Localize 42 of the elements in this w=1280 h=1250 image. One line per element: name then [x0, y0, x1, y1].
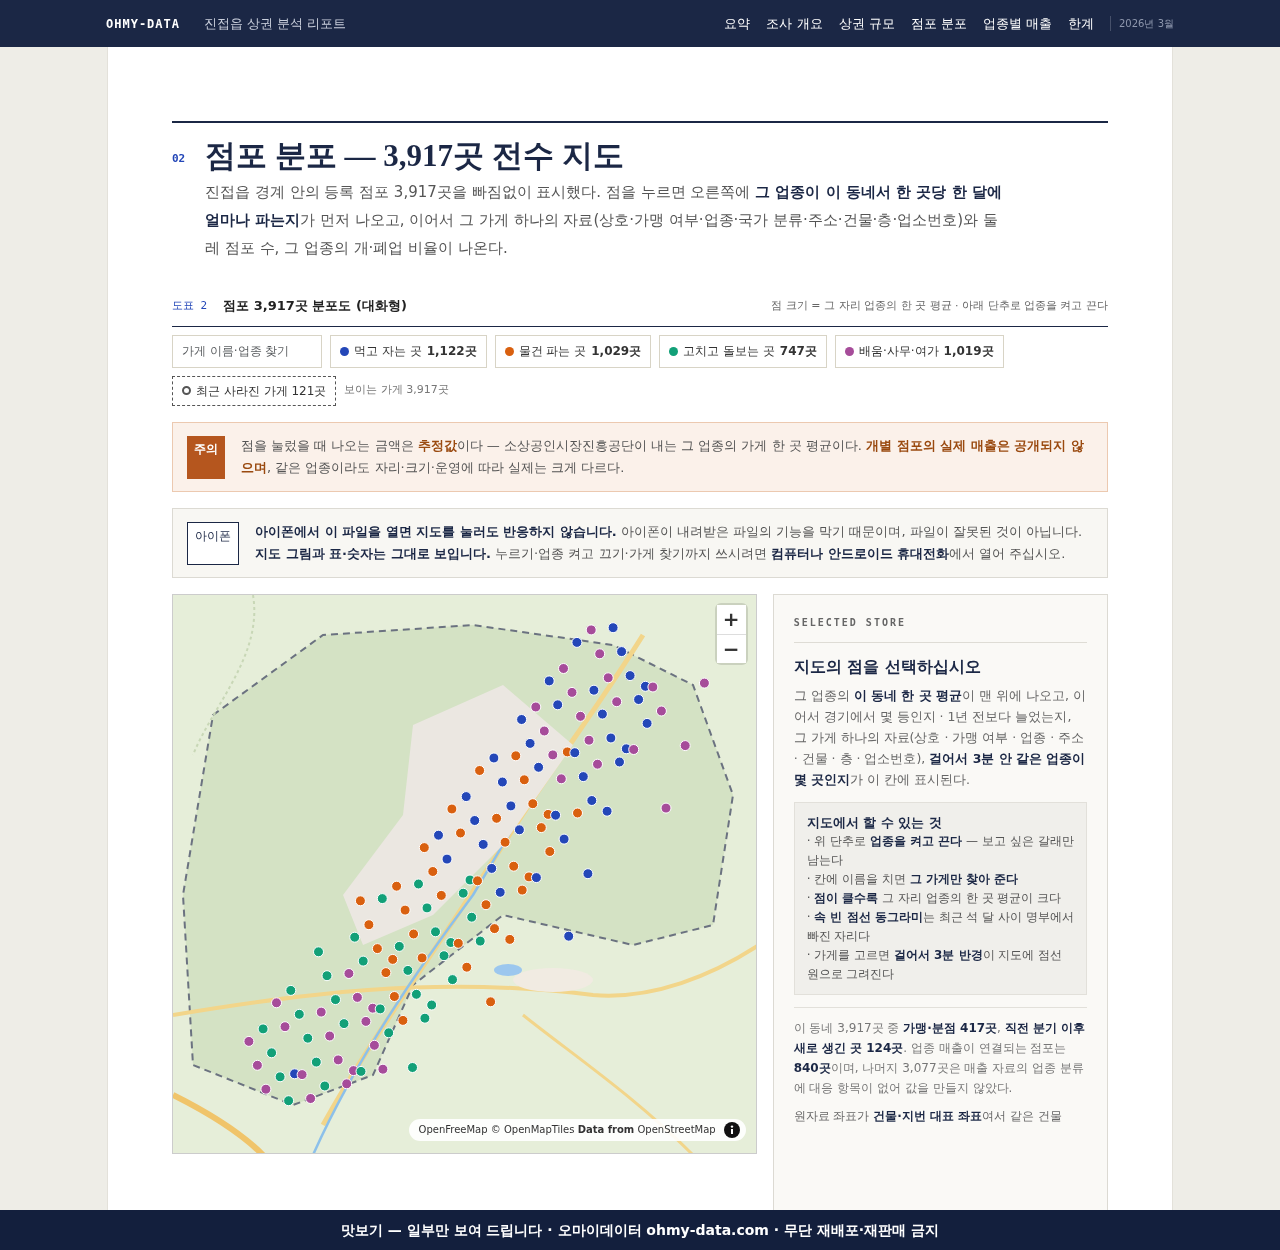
notice-text: 아이폰에서 이 파일을 열면 지도를 눌러도 반응하지 않습니다. 아이폰이 내려받은 파일의 기능을 막기 때문이며, 파일이 잘못된 것이 아닙니다. 지도 그림과 표·숫자는 그대로 보입니다. 누르기·업종 켜고 끄기·가게 찾기까지 쓰시려면 컴퓨터나 안드로이드 휴대전화에서 열어 주십시오. [255, 522, 1084, 563]
closed-stores-toggle[interactable]: 최근 사라진 가게 121곳 [172, 375, 337, 406]
nav-link[interactable]: 조사 개요 [766, 13, 823, 34]
notice-tag: 주의 [187, 435, 225, 479]
coordinates-note: 원자료 좌표가 건물·지번 대표 좌표여서 같은 건물 [793, 1107, 1063, 1125]
category-toggle[interactable]: 고치고 돌보는 곳 747곳 [659, 334, 827, 368]
visible-count: 보이는 가게 3,917곳 [344, 382, 449, 399]
nav-link[interactable]: 점포 분포 [910, 13, 967, 34]
panel-heading: 지도의 점을 선택하십시오 [793, 655, 982, 678]
section-number: 02 [172, 151, 187, 167]
category-toggle[interactable]: 배움·사무·여가 1,019곳 [834, 334, 1004, 368]
panel-eyebrow: SELECTED STORE [793, 614, 1087, 643]
nav-link[interactable]: 상권 규모 [838, 13, 895, 34]
help-item: · 속 빈 점선 동그라미는 최근 석 달 사이 명부에서 빠진 자리다 [806, 908, 1074, 945]
figure-label: 도표 2 [172, 297, 208, 314]
category-toggle[interactable]: 물건 파는 곳 1,029곳 [494, 334, 652, 368]
sample-banner: 맛보기 — 일부만 보여 드립니다 · 오마이데이터 ohmy-data.com · 무단 재배포·재판매 금지 [0, 1210, 1280, 1250]
nav-link[interactable]: 업종별 매출 [982, 13, 1052, 34]
help-item: · 위 단추로 업종을 켜고 끈다 — 보고 싶은 갈래만 남는다 [806, 832, 1074, 869]
help-item: · 칸에 이름을 치면 그 가게만 찾아 준다 [806, 870, 1020, 888]
attribution-text: OpenFreeMap © OpenMapTiles Data from OpenStreetMap [418, 1123, 716, 1138]
figure-note: 점 크기 = 그 자리 업종의 한 곳 평균 · 아래 단추로 업종을 켜고 끈다 [771, 297, 1108, 314]
panel-description: 그 업종의 이 동네 한 곳 평균이 맨 위에 나오고, 이어서 경기에서 몇 등인지 · 1년 전보다 늘었는지, 그 가게 하나의 자료(상호 · 가맹 여부 · 업종 · 주소 · 건물 · 층 · 업소번호), 걸어서 3분 안 같은 업종이 몇 곳인지가 이 칸에 표시된다. [793, 686, 1087, 789]
nav-link[interactable]: 요약 [724, 13, 751, 34]
help-item: · 점이 클수록 그 자리 업종의 한 곳 평균이 크다 [806, 889, 1063, 907]
ring-icon [182, 386, 191, 396]
search-field[interactable]: 가게 이름·업종 찾기 [172, 334, 322, 368]
notice-text: 점을 눌렀을 때 나오는 금액은 추정값이다 — 소상공인시장진흥공단이 내는 그 업종의 가게 한 곳 평균이다. 개별 점포의 실제 매출은 공개되지 않으며, 같은 업종이라도 자리·크기·운영에 따라 실제는 크게 다르다. [241, 436, 1085, 477]
section-title: 점포 분포 — 3,917곳 전수 지도 [205, 137, 624, 175]
nav-link[interactable]: 한계 [1068, 13, 1094, 34]
help-item: · 가게를 고르면 걸어서 3분 반경이 지도에 점선 원으로 그려진다 [806, 946, 1064, 983]
category-toggle[interactable]: 먹고 자는 곳 1,122곳 [330, 334, 487, 368]
figure-title: 점포 3,917곳 분포도 (대화형) [223, 297, 407, 316]
store-dots-drawing[interactable] [243, 621, 710, 1106]
help-title: 지도에서 할 수 있는 것 [806, 813, 943, 832]
notice-tag: 아이폰 [187, 521, 239, 565]
intro-paragraph: 진접읍 경계 안의 등록 점포 3,917곳을 빠짐없이 표시했다. 점을 누르면 오른쪽에 그 업종이 이 동네서 한 곳당 한 달에 얼마나 파는지가 먼저 나오고, 이어서 그 가게 하나의 자료(상호·가맹 여부·업종·국가 분류·주소·건물·층·업소번호)와 둘레 점포 수, 그 업종의 개·폐업 비율이 나온다. [205, 182, 1003, 260]
date-label: 2026년 3월 [1110, 16, 1174, 31]
report-title: 진접읍 상권 분석 리포트 [204, 14, 347, 33]
brand-logo[interactable]: OHMY-DATA [106, 14, 181, 33]
info-icon[interactable] [723, 1121, 740, 1138]
stats-paragraph: 이 동네 3,917곳 중 가맹·분점 417곳, 직전 분기 이후 새로 생긴 곳 124곳. 업종 매출이 연결되는 점포는 840곳이며, 나머지 3,077곳은 매출 자료의 업종 분류에 대응 항목이 없어 값을 만들지 않았다. [793, 1006, 1087, 1098]
